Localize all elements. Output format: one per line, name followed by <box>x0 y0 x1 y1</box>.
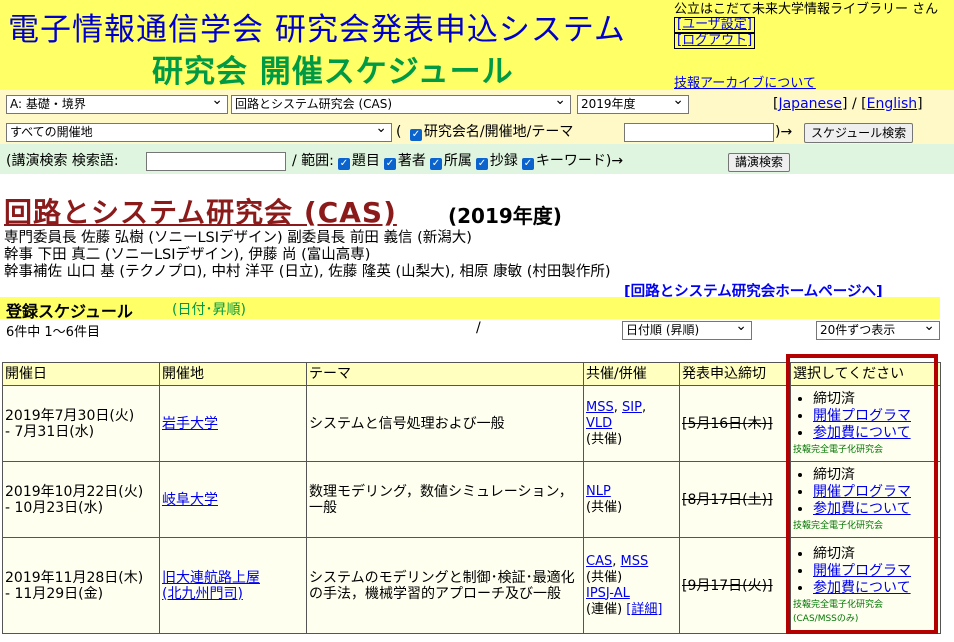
cosponsor-cell: CAS, MSS (共催) IPSJ-AL (連催) [詳細] <box>583 537 680 634</box>
cosponsor-cell: NLP (共催) <box>583 461 680 538</box>
system-title: 電子情報通信学会 研究会発表申込システム <box>8 12 626 48</box>
per-page-select[interactable]: 20件ずつ表示 <box>816 321 940 340</box>
cosponsor-link[interactable]: MSS <box>586 400 614 415</box>
action-list: 締切済 開催プログラマ 参加費について <box>793 467 938 518</box>
scope-abstract-checkbox[interactable]: ✓ <box>475 158 488 170</box>
result-count: 6件中 1〜6件目 <box>6 325 100 340</box>
closed-status: 締切済 <box>813 546 938 563</box>
committee-year: (2019年度) <box>448 204 562 228</box>
electronic-tag: 技報完全電子化研究会 <box>793 445 884 455</box>
venue-cell: 旧大連航路上屋 (北九州門司) <box>159 537 307 634</box>
talk-search-button[interactable]: 講演検索 <box>728 153 791 172</box>
date-cell: 2019年7月30日(火) - 7月31日(水) <box>2 385 160 462</box>
header-date: 開催日 <box>2 362 160 386</box>
japanese-link[interactable]: Japanese <box>778 96 842 112</box>
user-box: 公立はこだて未来大学情報ライブラリー さん [ユーザ設定] [ログアウト] <box>674 2 954 49</box>
language-links: [Japanese] / [English] <box>773 96 923 112</box>
venue-select[interactable]: すべての開催地 <box>6 123 392 142</box>
date-cell: 2019年11月28日(木) - 11月29日(金) <box>2 537 160 634</box>
table-row: 2019年7月30日(火) - 7月31日(水) 岩手大学 システムと信号処理およ… <box>2 385 941 462</box>
theme-cell: システムと信号処理および一般 <box>306 385 584 462</box>
fee-link[interactable]: 参加費について <box>813 501 911 517</box>
scope-keyword-checkbox[interactable]: ✓ <box>521 158 534 170</box>
venue-cell: 岐阜大学 <box>159 461 307 538</box>
cosponsor-link[interactable]: SIP <box>622 400 642 415</box>
fee-link[interactable]: 参加費について <box>813 580 911 596</box>
action-list: 締切済 開催プログラマ 参加費について <box>793 391 938 442</box>
header-venue: 開催地 <box>159 362 307 386</box>
header-deadline: 発表申込締切 <box>679 362 791 386</box>
officer-line-assistant: 幹事補佐 山口 基 (テクノプロ), 中村 洋平 (日立), 佐藤 隆英 (山梨… <box>4 264 611 280</box>
pager-slash: / <box>476 320 481 336</box>
electronic-tag: 技報完全電子化研究会 <box>793 600 884 610</box>
venue-cell: 岩手大学 <box>159 385 307 462</box>
theme-cell: システムのモデリングと制御･検証･最適化の手法，機械学習的アプローチ及び一般 <box>306 537 584 634</box>
venue-link[interactable]: 旧大連航路上屋 <box>162 570 260 586</box>
committee-title[interactable]: 回路とシステム研究会 (CAS) <box>4 191 397 231</box>
schedule-search-button[interactable]: スケジュール検索 <box>804 123 914 143</box>
talk-search-label: (講演検索 検索語: <box>6 153 119 169</box>
cosponsor-link[interactable]: VLD <box>586 416 612 431</box>
deadline-cell: [9月17日(火)] <box>679 537 791 634</box>
year-select[interactable]: 2019年度 <box>577 95 689 114</box>
program-link[interactable]: 開催プログラマ <box>813 563 911 579</box>
scope-title-checkbox[interactable]: ✓ <box>337 158 350 170</box>
action-cell: 締切済 開催プログラマ 参加費について 技報完全電子化研究会 (CAS/MSSの… <box>790 537 941 634</box>
schedule-bar <box>0 297 940 319</box>
scope-options: / 範囲: ✓ 題目 ✓ 著者 ✓ 所属 ✓ 抄録 ✓ キーワード)→ <box>292 153 624 170</box>
header-theme: テーマ <box>306 362 584 386</box>
theme-cell: 数理モデリング，数値シミュレーション，一般 <box>306 461 584 538</box>
cosponsor-link[interactable]: MSS <box>621 554 649 569</box>
venue-link[interactable]: 岩手大学 <box>162 416 218 432</box>
venue-link-sub[interactable]: (北九州門司) <box>162 586 243 602</box>
user-settings-link[interactable]: [ユーザ設定] <box>674 17 755 33</box>
table-row: 2019年10月22日(火) - 10月23日(水) 岐阜大学 数理モデリング，数… <box>2 461 941 538</box>
archive-link[interactable]: 技報アーカイブについて <box>674 72 816 91</box>
officer-line-chair: 専門委員長 佐藤 弘樹 (ソニーLSIデザイン) 副委員長 前田 義信 (新潟大… <box>4 230 472 246</box>
english-link[interactable]: English <box>867 96 918 112</box>
deadline-cell: [5月16日(木)] <box>679 385 791 462</box>
date-cell: 2019年10月22日(火) - 10月23日(水) <box>2 461 160 538</box>
filter-checkbox[interactable]: ✓ <box>409 129 422 141</box>
cosponsor-link[interactable]: CAS <box>586 554 612 569</box>
cosponsor-link[interactable]: IPSJ-AL <box>586 586 630 601</box>
user-name: 公立はこだて未来大学情報ライブラリー さん <box>674 2 939 17</box>
table-header-row: 開催日 開催地 テーマ 共催/併催 発表申込締切 選択してください <box>2 362 941 386</box>
cosponsor-link[interactable]: NLP <box>586 484 611 499</box>
electronic-tag: 技報完全電子化研究会 <box>793 521 884 531</box>
venue-link[interactable]: 岐阜大学 <box>162 492 218 508</box>
field-select[interactable]: A: 基礎・境界 <box>6 95 228 114</box>
schedule-heading: 登録スケジュール <box>6 302 133 321</box>
action-cell: 締切済 開催プログラマ 参加費について 技報完全電子化研究会 <box>790 385 941 462</box>
sort-select[interactable]: 日付順 (昇順) <box>622 321 752 340</box>
header-select: 選択してください <box>790 362 941 386</box>
program-link[interactable]: 開催プログラマ <box>813 484 911 500</box>
schedule-table: 開催日 開催地 テーマ 共催/併催 発表申込締切 選択してください 2019年7… <box>2 362 941 634</box>
filter-arrow: )→ <box>775 124 793 140</box>
officer-line-secretary: 幹事 下田 真二 (ソニーLSIデザイン), 伊藤 尚 (富山高専) <box>4 247 371 263</box>
talk-search-input[interactable] <box>146 152 286 171</box>
schedule-title: 研究会 開催スケジュール <box>152 54 514 90</box>
cosponsor-cell: MSS, SIP, VLD (共催) <box>583 385 680 462</box>
scope-author-checkbox[interactable]: ✓ <box>383 158 396 170</box>
electronic-tag-note: (CAS/MSSのみ) <box>793 614 859 624</box>
filter-input[interactable] <box>624 123 774 142</box>
action-cell: 締切済 開催プログラマ 参加費について 技報完全電子化研究会 <box>790 461 941 538</box>
detail-link[interactable]: [詳細] <box>626 602 662 617</box>
scope-affiliation-checkbox[interactable]: ✓ <box>429 158 442 170</box>
deadline-cell: [8月17日(土)] <box>679 461 791 538</box>
closed-status: 締切済 <box>813 467 938 484</box>
action-list: 締切済 開催プログラマ 参加費について <box>793 546 938 597</box>
table-row: 2019年11月28日(木) - 11月29日(金) 旧大連航路上屋 (北九州門司)… <box>2 537 941 634</box>
logout-link[interactable]: [ログアウト] <box>674 33 756 49</box>
header-cosponsor: 共催/併催 <box>583 362 680 386</box>
filter-label-group: ( ✓ 研究会名/開催地/テーマ <box>396 124 574 141</box>
committee-select[interactable]: 回路とシステム研究会 (CAS) <box>231 95 571 114</box>
program-link[interactable]: 開催プログラマ <box>813 408 911 424</box>
fee-link[interactable]: 参加費について <box>813 425 911 441</box>
closed-status: 締切済 <box>813 391 938 408</box>
schedule-order-note: (日付･昇順) <box>172 302 246 318</box>
